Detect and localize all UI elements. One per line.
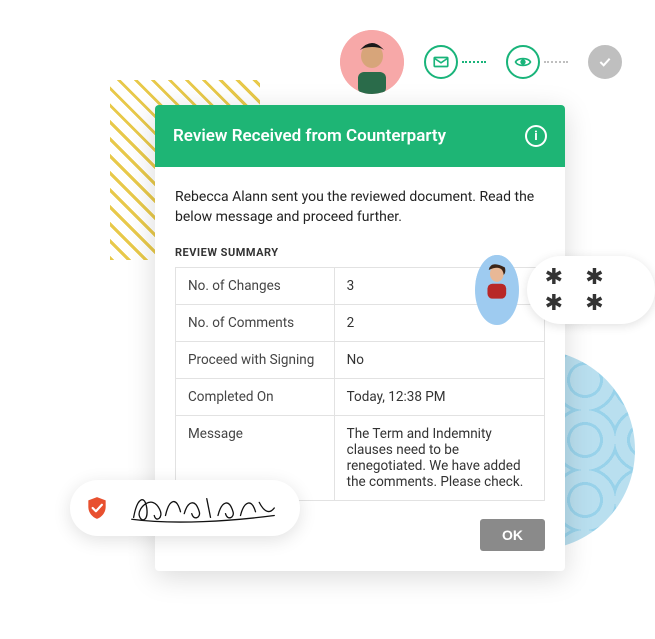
dialog-header: Review Received from Counterparty i [155, 105, 565, 167]
dialog-body: Rebecca Alann sent you the reviewed docu… [155, 167, 565, 519]
row-value: No [334, 341, 544, 378]
shield-icon [78, 489, 116, 527]
intro-text: Rebecca Alann sent you the reviewed docu… [175, 187, 545, 228]
row-label: No. of Comments [176, 304, 335, 341]
check-icon [588, 45, 622, 79]
signature-scribble [128, 488, 278, 528]
masked-pin: ✱ ✱ ✱ ✱ [527, 256, 655, 324]
row-label: No. of Changes [176, 267, 335, 304]
step-connector [462, 61, 486, 63]
step-connector [544, 61, 568, 63]
row-label: Proceed with Signing [176, 341, 335, 378]
signature-badge [70, 480, 300, 536]
row-value: Today, 12:38 PM [334, 378, 544, 415]
table-row: Completed On Today, 12:38 PM [176, 378, 545, 415]
info-icon[interactable]: i [525, 125, 547, 147]
eye-icon [506, 45, 540, 79]
counterparty-avatar-group: ✱ ✱ ✱ ✱ [475, 255, 655, 325]
workflow-timeline [340, 30, 622, 94]
row-label: Completed On [176, 378, 335, 415]
row-value: The Term and Indemnity clauses need to b… [334, 415, 544, 500]
avatar [340, 30, 404, 94]
avatar [475, 255, 519, 325]
dialog-title: Review Received from Counterparty [173, 126, 446, 146]
ok-button[interactable]: OK [480, 519, 545, 551]
table-row: Proceed with Signing No [176, 341, 545, 378]
mail-icon [424, 45, 458, 79]
